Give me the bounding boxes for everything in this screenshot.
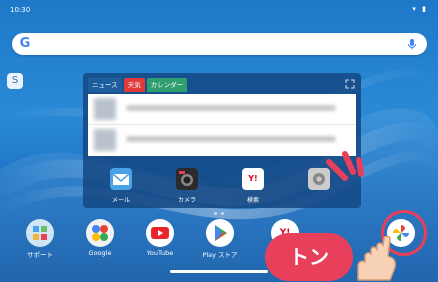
dock-app-label: Play ストア: [202, 251, 238, 259]
dock-app-support[interactable]: サポート: [10, 215, 70, 265]
widget-app-label: メール: [111, 197, 130, 204]
support-icon: [26, 219, 54, 247]
news-headline-blurred: [126, 136, 336, 142]
news-thumbnail: [94, 129, 116, 151]
status-icons: ▾ ▮: [412, 5, 428, 13]
dock-app-label: サポート: [27, 251, 53, 259]
tab-weather[interactable]: 天気: [123, 78, 145, 92]
dock-app-label: Google: [88, 249, 112, 257]
microphone-icon[interactable]: [405, 37, 419, 51]
widget-app-search[interactable]: Y! 検索: [220, 166, 286, 206]
pointing-hand-icon: [357, 236, 397, 281]
dock-app-youtube[interactable]: YouTube: [130, 215, 190, 265]
news-thumbnail: [94, 98, 116, 120]
news-item[interactable]: [88, 94, 356, 125]
widget-tabs: ニュース 天気 カレンダー: [88, 78, 188, 92]
camera-icon: [176, 168, 198, 190]
google-search-bar[interactable]: G: [12, 33, 427, 55]
tab-news[interactable]: ニュース: [88, 78, 122, 92]
tab-calendar[interactable]: カレンダー: [146, 78, 188, 92]
dock-app-label: YouTube: [146, 249, 174, 257]
status-time: 10:30: [10, 6, 31, 14]
ton-callout-bubble: トン: [265, 233, 353, 281]
google-icon: [86, 219, 114, 247]
mail-icon: [110, 168, 132, 190]
news-headline-blurred: [126, 105, 336, 111]
youtube-icon: [146, 219, 174, 247]
widget-app-mail[interactable]: メール: [88, 166, 154, 206]
dock-app-play-store[interactable]: Play ストア: [190, 215, 250, 265]
expand-icon[interactable]: [345, 79, 355, 89]
widget-app-camera[interactable]: カメラ: [154, 166, 220, 206]
status-bar: 10:30 ▾ ▮: [0, 0, 438, 18]
ton-callout-text: トン: [289, 245, 329, 269]
dock-app-google[interactable]: Google: [70, 215, 130, 265]
navigation-handle[interactable]: [170, 270, 268, 273]
yahoo-search-icon: Y!: [242, 168, 264, 190]
play-store-icon: [206, 219, 234, 247]
side-panel-handle-icon[interactable]: S: [7, 73, 23, 89]
tap-burst-icon: [326, 151, 364, 181]
google-logo-icon: G: [19, 36, 31, 51]
widget-app-label: 検索: [246, 197, 259, 204]
widget-app-label: カメラ: [177, 197, 196, 204]
